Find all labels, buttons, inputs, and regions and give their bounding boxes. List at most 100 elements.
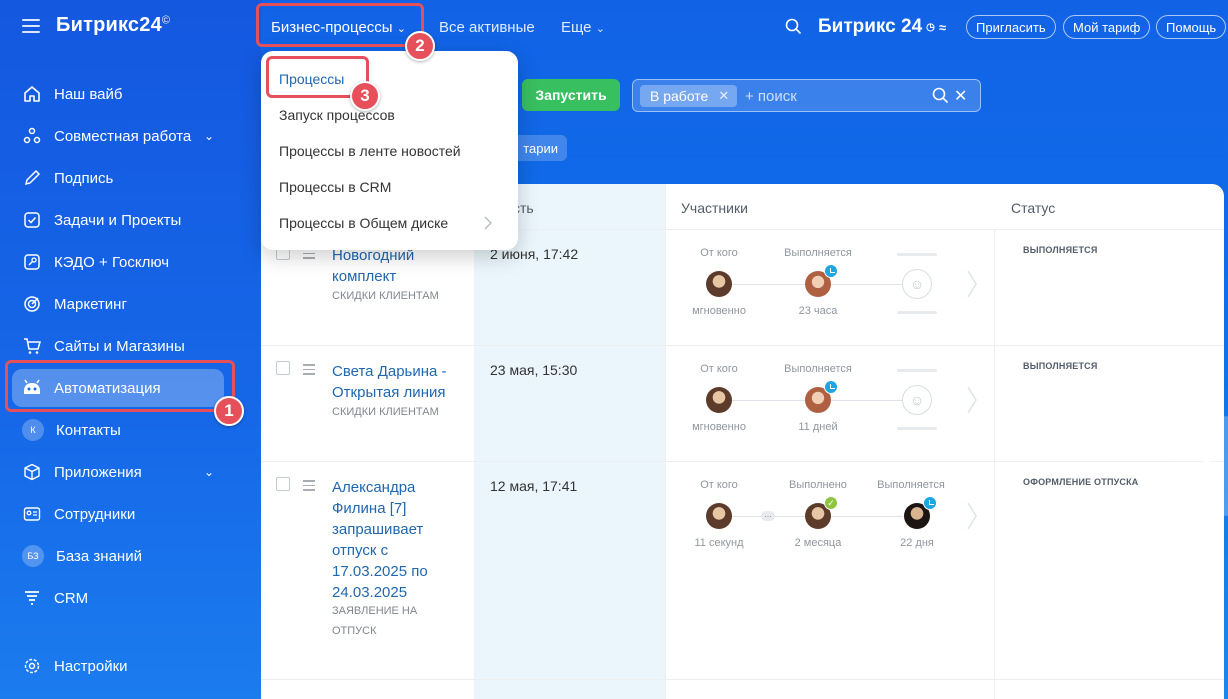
- employees-icon: [22, 504, 42, 524]
- menu-item-launch-processes[interactable]: Запуск процессов: [279, 107, 395, 123]
- participant-avatar[interactable]: [706, 271, 732, 297]
- sidebar-item-label: Маркетинг: [54, 295, 127, 313]
- status-text: ВЫПОЛНЯЕТСЯ: [1023, 245, 1098, 255]
- from-label: От кого: [700, 247, 738, 259]
- connector: [831, 516, 903, 517]
- more-steps-icon[interactable]: ...: [761, 510, 775, 521]
- sidebar-item-crm[interactable]: CRM: [12, 579, 224, 617]
- sidebar-item-label: База знаний: [56, 547, 142, 565]
- filter-search-box[interactable]: В работе ✕ + поиск ✕: [632, 79, 981, 112]
- step-time: 22 дня: [900, 537, 934, 549]
- empty-participant-icon: ☺: [902, 385, 932, 415]
- app-logo[interactable]: Битрикс24©: [56, 14, 170, 37]
- row-title[interactable]: Новогодний комплект: [332, 245, 462, 287]
- sidebar-item-settings[interactable]: Настройки: [12, 647, 224, 685]
- empty-participant-icon: ☺: [902, 269, 932, 299]
- clock-icon: [923, 496, 937, 510]
- step-label: Выполнено: [789, 479, 847, 491]
- sidebar-item-vibe[interactable]: Наш вайб: [12, 75, 224, 113]
- from-time: мгновенно: [692, 421, 746, 433]
- drag-handle-icon[interactable]: [303, 364, 315, 375]
- search-icon[interactable]: [932, 87, 949, 109]
- row-checkbox[interactable]: [276, 477, 290, 491]
- signature-icon: [22, 168, 42, 188]
- highlight-box-business-processes: [256, 3, 424, 47]
- drag-handle-icon[interactable]: [303, 480, 315, 491]
- sidebar-item-tasks[interactable]: Задачи и Проекты: [12, 201, 224, 239]
- menu-item-crm-processes[interactable]: Процессы в CRM: [279, 179, 391, 195]
- sidebar: Битрикс24© Наш вайб Совместная работа ⌄ …: [0, 0, 261, 699]
- tab-all-active[interactable]: Все активные: [439, 19, 535, 36]
- chevron-right-icon[interactable]: [966, 502, 978, 530]
- row-divider: [261, 345, 1224, 346]
- participant-avatar[interactable]: [706, 387, 732, 413]
- my-plan-button[interactable]: Мой тариф: [1063, 15, 1151, 39]
- sidebar-item-employees[interactable]: Сотрудники: [12, 495, 224, 533]
- divider: [994, 229, 995, 699]
- hamburger-menu-icon[interactable]: [22, 18, 40, 33]
- step-time: 2 месяца: [794, 537, 842, 549]
- menu-item-feed-processes[interactable]: Процессы в ленте новостей: [279, 143, 461, 159]
- invite-button[interactable]: Пригласить: [966, 15, 1056, 39]
- row-divider: [261, 679, 1224, 680]
- sidebar-item-knowledge[interactable]: БЗ База знаний: [12, 537, 224, 575]
- chevron-right-icon[interactable]: [966, 270, 978, 298]
- divider: [665, 184, 666, 699]
- chevron-down-icon: ⌄: [203, 465, 214, 479]
- clock-icon: [824, 264, 838, 278]
- connector: [731, 400, 809, 401]
- row-title[interactable]: Света Дарьина - Открытая линия: [332, 361, 462, 403]
- crm-icon: [22, 588, 42, 608]
- tab-more[interactable]: Еще ⌄: [561, 19, 605, 36]
- row-divider: [261, 461, 1224, 462]
- chevron-down-icon: ⌄: [203, 129, 214, 143]
- placeholder-bar: [897, 369, 937, 372]
- row-title[interactable]: Александра Филина [7] запрашивает отпуск…: [332, 477, 462, 603]
- step-badge-2: 2: [405, 31, 435, 61]
- sidebar-item-label: Настройки: [54, 657, 128, 675]
- search-icon[interactable]: [785, 18, 802, 40]
- sidebar-item-kedo[interactable]: КЭДО + Госключ: [12, 243, 224, 281]
- row-date: 23 мая, 15:30: [490, 362, 578, 378]
- sidebar-item-contacts[interactable]: К Контакты: [12, 411, 224, 449]
- key-icon: [22, 252, 42, 272]
- sidebar-item-label: Приложения: [54, 463, 142, 481]
- row-subtitle: СКИДКИ КЛИЕНТАМ: [332, 290, 439, 302]
- column-header-status[interactable]: Статус: [1011, 200, 1055, 216]
- filter-chip[interactable]: В работе ✕: [640, 85, 738, 107]
- step-label: Выполняется: [784, 247, 852, 259]
- row-subtitle: СКИДКИ КЛИЕНТАМ: [332, 406, 439, 418]
- chevron-right-icon[interactable]: [966, 386, 978, 414]
- participant-avatar[interactable]: [706, 503, 732, 529]
- search-input[interactable]: + поиск: [745, 88, 797, 105]
- start-button[interactable]: Запустить: [522, 79, 620, 111]
- step-badge-1: 1: [214, 396, 244, 426]
- step-label: Выполняется: [877, 479, 945, 491]
- sidebar-item-label: CRM: [54, 589, 89, 607]
- header-logo[interactable]: Битрикс 24 ◷ ≈: [818, 16, 946, 38]
- settings-sliders-icon[interactable]: ≈: [939, 20, 946, 35]
- row-checkbox[interactable]: [276, 361, 290, 375]
- clear-icon[interactable]: ✕: [954, 86, 967, 106]
- column-header-participants[interactable]: Участники: [681, 200, 748, 216]
- sidebar-item-marketing[interactable]: Маркетинг: [12, 285, 224, 323]
- sidebar-item-collaboration[interactable]: Совместная работа ⌄: [12, 117, 224, 155]
- cart-icon: [22, 336, 42, 356]
- close-icon[interactable]: ✕: [718, 88, 729, 104]
- sidebar-item-signature[interactable]: Подпись: [12, 159, 224, 197]
- step-time: 23 часа: [798, 305, 838, 317]
- collaboration-icon: [22, 126, 42, 146]
- sidebar-item-label: Наш вайб: [54, 85, 123, 103]
- process-table: вность Участники Статус Новогодний компл…: [261, 184, 1224, 699]
- help-button[interactable]: Помощь: [1156, 15, 1227, 39]
- clock-icon: ◷: [926, 21, 935, 33]
- chevron-down-icon: ⌄: [595, 23, 605, 35]
- connector: [831, 400, 903, 401]
- status-text: ВЫПОЛНЯЕТСЯ: [1023, 361, 1098, 371]
- menu-item-disk-processes[interactable]: Процессы в Общем диске: [279, 215, 448, 231]
- sidebar-item-apps[interactable]: Приложения ⌄: [12, 453, 224, 491]
- placeholder-bar: [897, 427, 937, 430]
- tasks-icon: [22, 210, 42, 230]
- brand: Битрикс24©: [22, 14, 170, 37]
- knowledge-avatar: БЗ: [22, 545, 44, 567]
